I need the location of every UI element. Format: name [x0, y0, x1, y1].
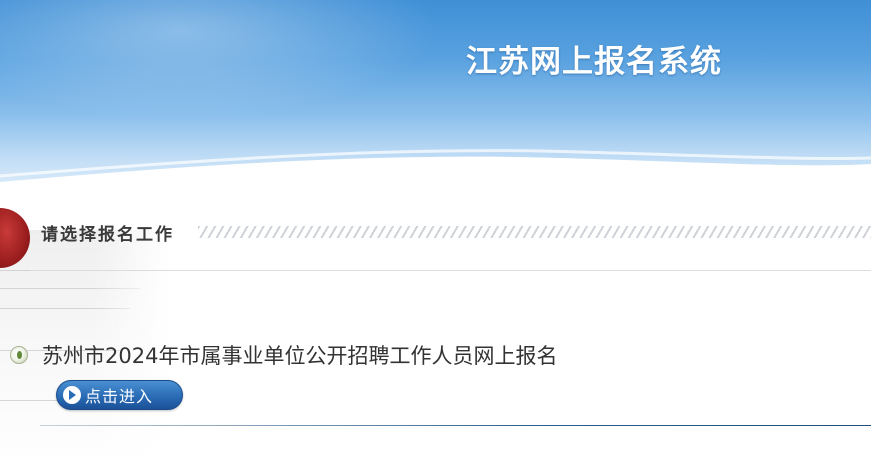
bottom-divider [40, 425, 871, 426]
enter-button[interactable]: 点击进入 [56, 380, 183, 410]
section-header: 请选择报名工作 [0, 198, 871, 272]
section-divider [30, 270, 871, 271]
book-edge-line [0, 308, 130, 309]
site-title: 江苏网上报名系统 [466, 44, 722, 80]
job-list-item: 苏州市2024年市属事业单位公开招聘工作人员网上报名 [10, 340, 557, 370]
banner-wave [0, 149, 871, 200]
book-edge-line [0, 288, 140, 289]
leaf-bullet-icon [10, 346, 28, 364]
red-tab-decoration [0, 208, 30, 268]
header-banner: 江苏网上报名系统 [0, 0, 871, 200]
enter-button-label: 点击进入 [85, 387, 154, 406]
hatch-divider [198, 226, 871, 238]
play-arrow-icon [63, 386, 81, 404]
job-title[interactable]: 苏州市2024年市属事业单位公开招聘工作人员网上报名 [42, 340, 557, 370]
section-title: 请选择报名工作 [41, 225, 174, 245]
